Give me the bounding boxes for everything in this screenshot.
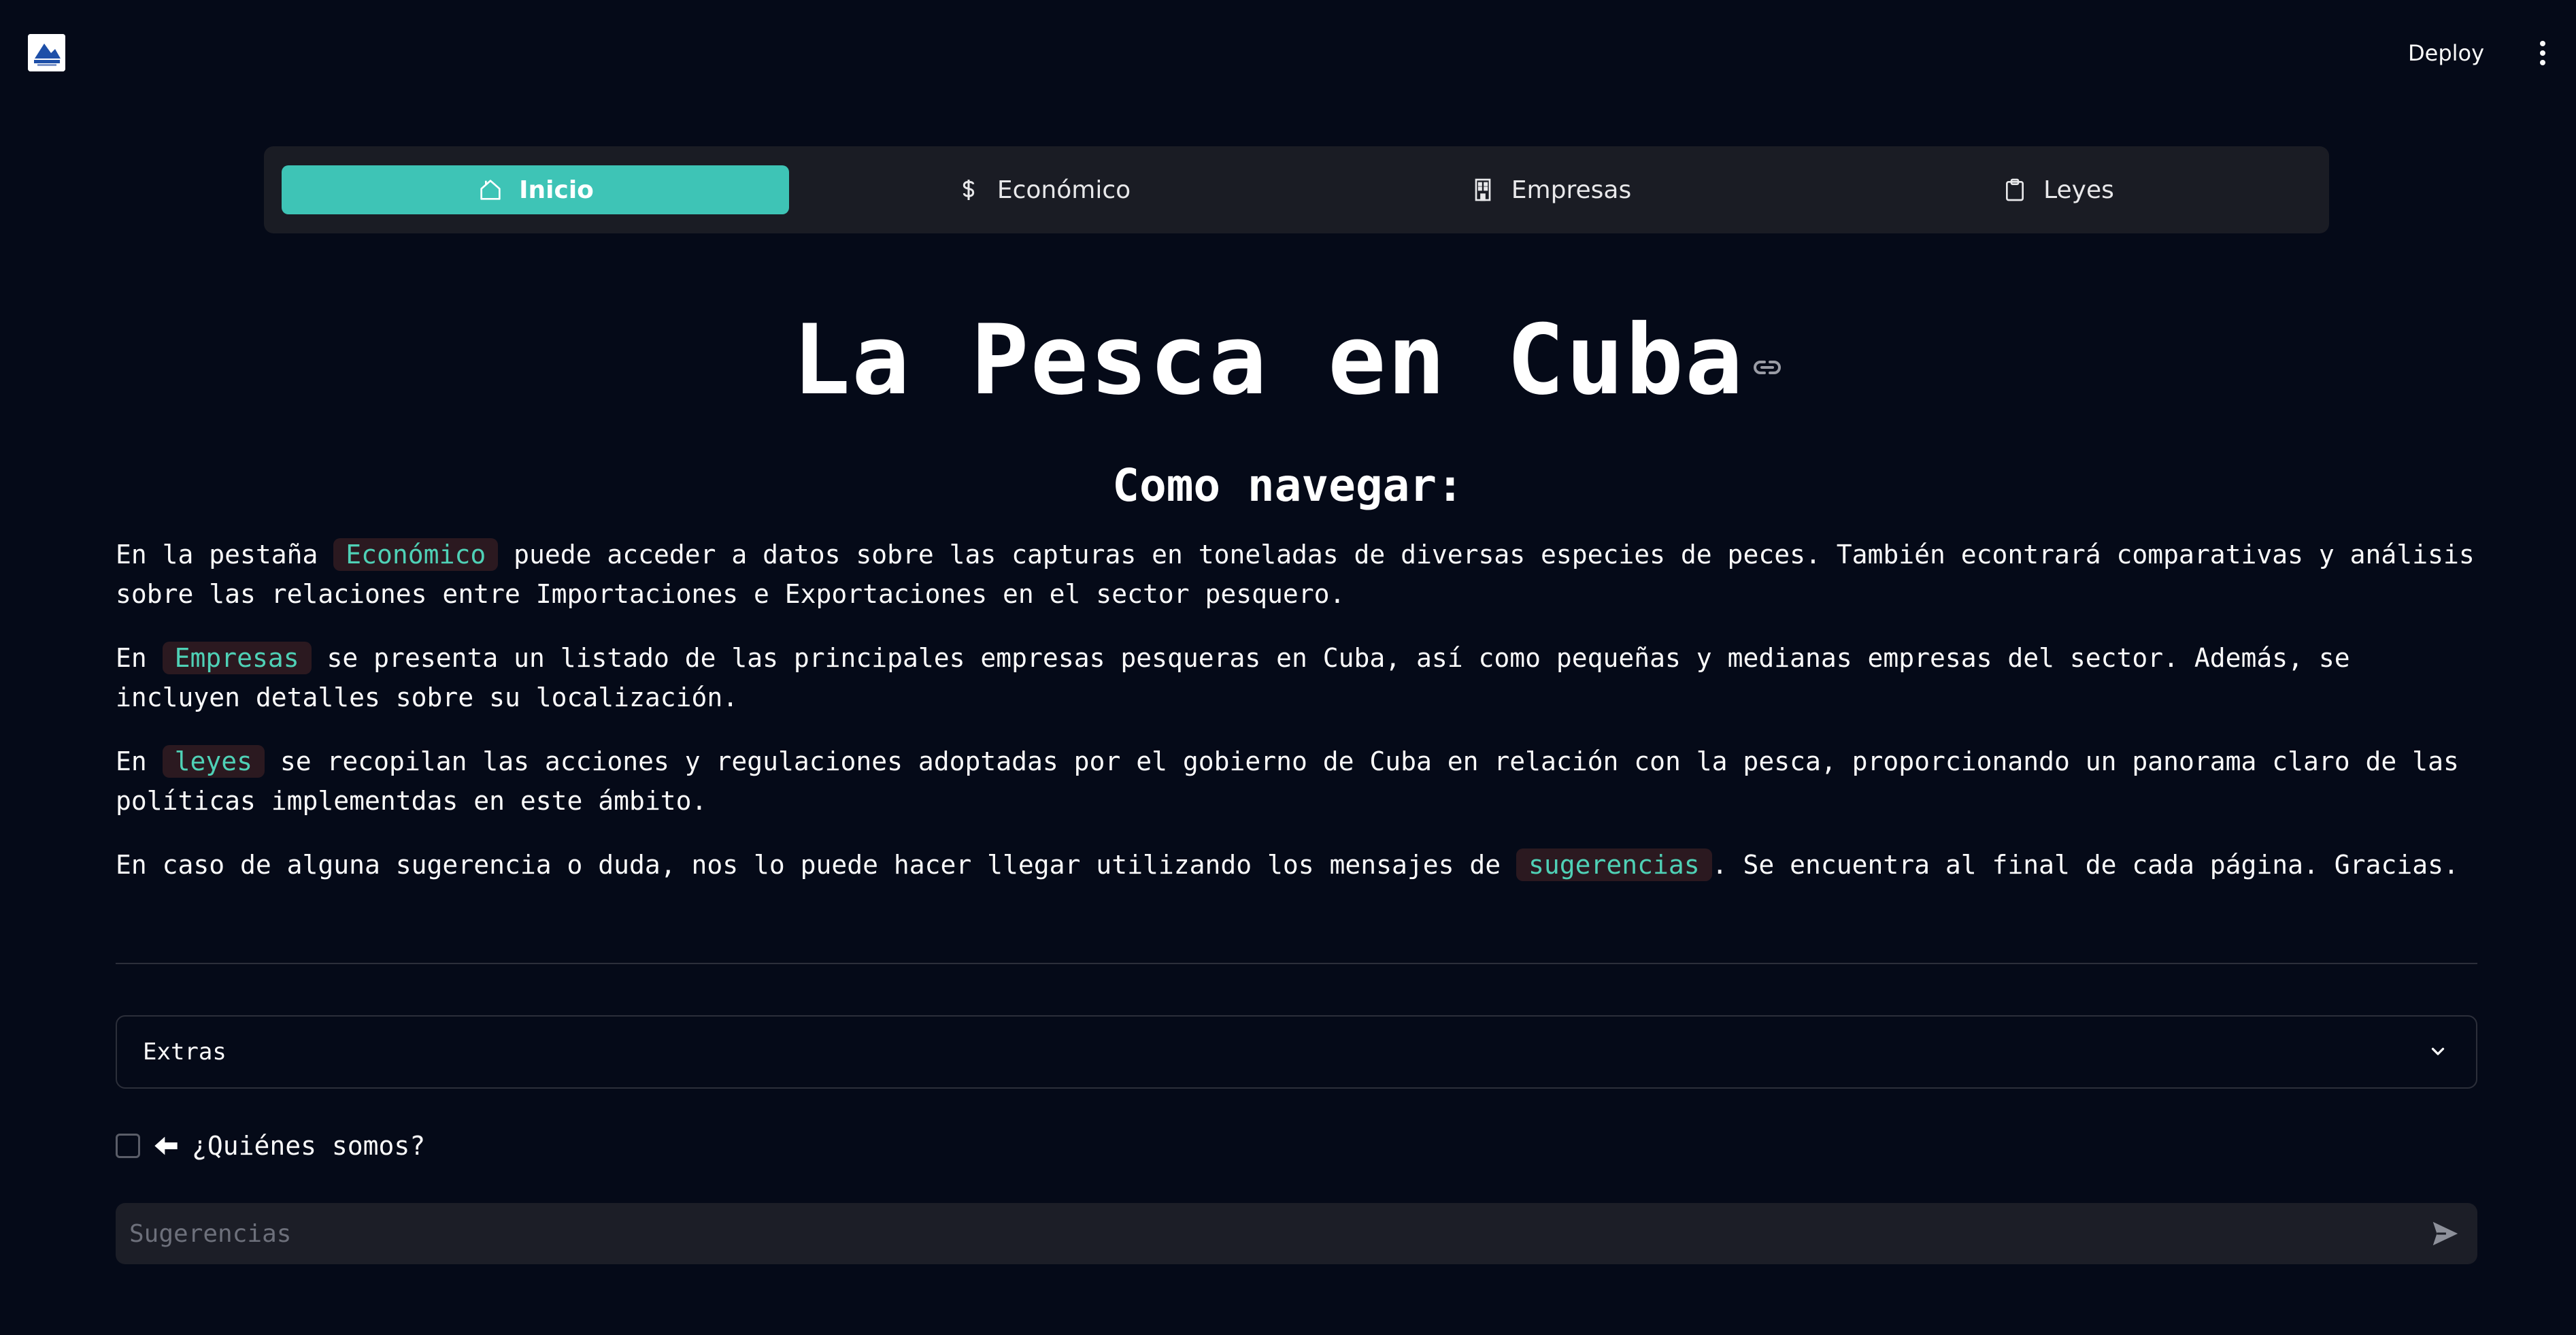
- tab-economico[interactable]: Económico: [789, 165, 1297, 214]
- paragraph-leyes: En leyes se recopilan las acciones y reg…: [116, 742, 2483, 821]
- instructions: En la pestaña Económico puede acceder a …: [116, 535, 2483, 909]
- paragraph-empresas: En Empresas se presenta un listado de la…: [116, 638, 2483, 717]
- inline-code-empresas: Empresas: [162, 642, 312, 674]
- tab-label: Inicio: [519, 176, 594, 204]
- paragraph-text: En la pestaña: [116, 540, 334, 570]
- paragraph-text: se presenta un listado de las principale…: [116, 643, 2350, 712]
- quienes-somos-checkbox[interactable]: [116, 1134, 140, 1158]
- dollar-icon: [963, 180, 975, 200]
- send-icon: [2432, 1221, 2458, 1246]
- paragraph-text: En: [116, 643, 163, 673]
- tab-inicio[interactable]: Inicio: [282, 165, 789, 214]
- link-icon[interactable]: [1751, 351, 1784, 384]
- tab-label: Leyes: [2043, 176, 2114, 204]
- navigation-tabs: Inicio Económico Empresas Leyes: [264, 146, 2329, 233]
- home-icon: [480, 180, 501, 200]
- arrow-left-icon: [154, 1136, 178, 1155]
- tab-label: Económico: [997, 176, 1131, 204]
- send-button[interactable]: [2426, 1215, 2464, 1253]
- divider: [116, 963, 2477, 964]
- page-title: La Pesca en Cuba: [792, 304, 1745, 416]
- paragraph-economico: En la pestaña Económico puede acceder a …: [116, 535, 2483, 614]
- paragraph-text: se recopilan las acciones y regulaciones…: [116, 746, 2459, 816]
- building-icon: [1475, 178, 1491, 201]
- checkbox-label: ¿Quiénes somos?: [192, 1131, 426, 1161]
- inline-code-leyes: leyes: [162, 745, 265, 778]
- suggestions-chat-input: [116, 1203, 2477, 1264]
- inline-code-sugerencias: sugerencias: [1516, 848, 1712, 881]
- title-container: La Pesca en Cuba: [0, 303, 2576, 418]
- tab-label: Empresas: [1511, 176, 1632, 204]
- quienes-somos-checkbox-row[interactable]: ¿Quiénes somos?: [116, 1128, 425, 1164]
- suggestions-input[interactable]: [129, 1203, 2426, 1264]
- chevron-down-icon: [2431, 1047, 2445, 1055]
- clipboard-icon: [2006, 178, 2024, 201]
- tab-empresas[interactable]: Empresas: [1297, 165, 1804, 214]
- paragraph-text: En: [116, 746, 163, 776]
- tab-leyes[interactable]: Leyes: [1804, 165, 2311, 214]
- paragraph-text: En caso de alguna sugerencia o duda, nos…: [116, 850, 1517, 880]
- company-logo: [28, 34, 65, 71]
- paragraph-text: . Se encuentra al final de cada página. …: [1711, 850, 2459, 880]
- app-page: Deploy Inicio Económico Empresas Leyes L…: [0, 0, 2576, 1335]
- paragraph-sugerencias: En caso de alguna sugerencia o duda, nos…: [116, 845, 2483, 885]
- inline-code-economico: Económico: [333, 538, 499, 571]
- deploy-button[interactable]: Deploy: [2408, 34, 2484, 72]
- section-subtitle: Como navegar:: [1112, 459, 1464, 512]
- kebab-menu-icon[interactable]: [2529, 38, 2556, 68]
- expander-label: Extras: [143, 1038, 227, 1066]
- logo-icon: [28, 34, 65, 71]
- extras-expander[interactable]: Extras: [116, 1015, 2477, 1089]
